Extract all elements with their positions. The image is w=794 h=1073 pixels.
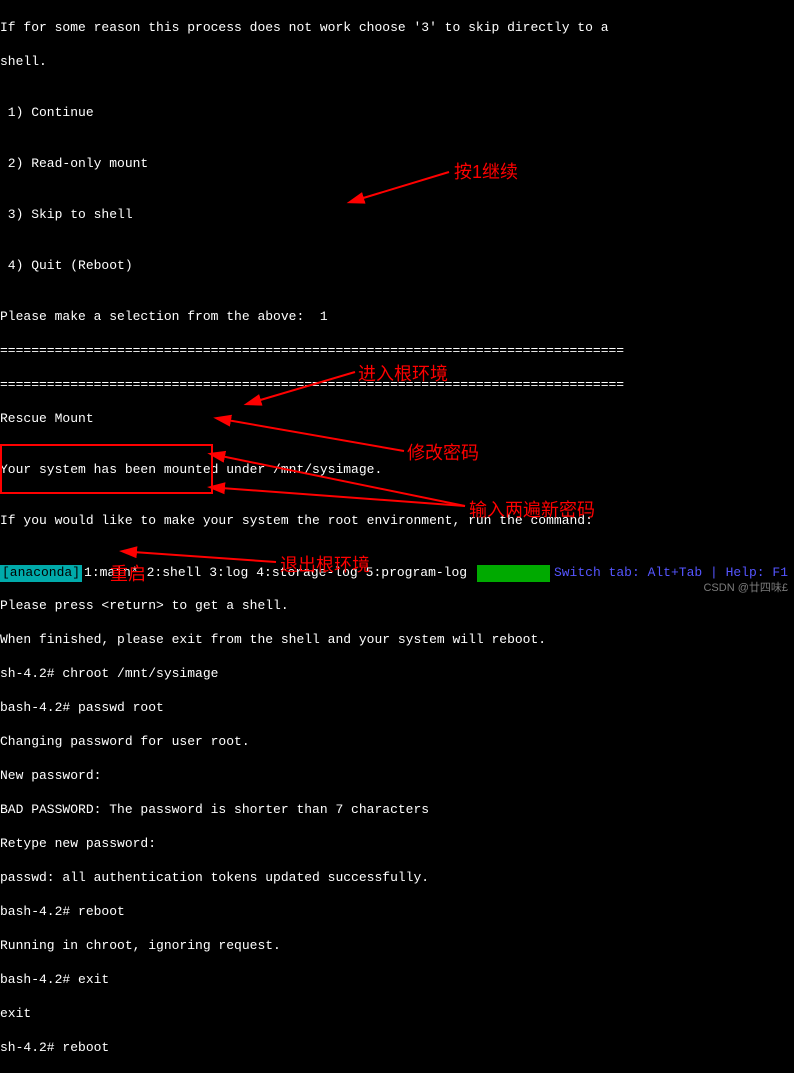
tab-storage-log[interactable]: 4:storage-log	[256, 565, 357, 582]
text-line: exit	[0, 1005, 794, 1022]
password-prompt[interactable]: Retype new password:	[0, 835, 794, 852]
password-prompt[interactable]: New password:	[0, 767, 794, 784]
text-line: If for some reason this process does not…	[0, 19, 794, 36]
warning-line: BAD PASSWORD: The password is shorter th…	[0, 801, 794, 818]
watermark: CSDN @廿四味£	[703, 579, 788, 595]
shell-command[interactable]: bash-4.2# passwd root	[0, 699, 794, 716]
tab-list: 1:main* 2:shell 3:log 4:storage-log 5:pr…	[82, 565, 477, 582]
tab-shell[interactable]: 2:shell	[147, 565, 202, 582]
menu-option-quit[interactable]: 4) Quit (Reboot)	[0, 257, 794, 274]
divider: ========================================…	[0, 342, 794, 359]
terminal-output: If for some reason this process does not…	[0, 0, 794, 1073]
menu-option-skip[interactable]: 3) Skip to shell	[0, 206, 794, 223]
text-line: If you would like to make your system th…	[0, 512, 794, 529]
menu-option-readonly[interactable]: 2) Read-only mount	[0, 155, 794, 172]
divider: ========================================…	[0, 376, 794, 393]
text-line: Changing password for user root.	[0, 733, 794, 750]
text-line: Please press <return> to get a shell.	[0, 597, 794, 614]
tab-program-log[interactable]: 5:program-log	[366, 565, 467, 582]
text-line: Running in chroot, ignoring request.	[0, 937, 794, 954]
text-line: shell.	[0, 53, 794, 70]
section-title: Rescue Mount	[0, 410, 794, 427]
tab-main[interactable]: 1:main*	[84, 565, 139, 582]
shell-command[interactable]: bash-4.2# reboot	[0, 903, 794, 920]
tab-log[interactable]: 3:log	[209, 565, 248, 582]
text-line: When finished, please exit from the shel…	[0, 631, 794, 648]
shell-command[interactable]: bash-4.2# exit	[0, 971, 794, 988]
text-line: passwd: all authentication tokens update…	[0, 869, 794, 886]
shell-command[interactable]: sh-4.2# chroot /mnt/sysimage	[0, 665, 794, 682]
menu-option-continue[interactable]: 1) Continue	[0, 104, 794, 121]
status-bar: [anaconda] 1:main* 2:shell 3:log 4:stora…	[0, 565, 792, 582]
selection-prompt[interactable]: Please make a selection from the above: …	[0, 308, 794, 325]
shell-command[interactable]: sh-4.2# reboot	[0, 1039, 794, 1056]
text-line: Your system has been mounted under /mnt/…	[0, 461, 794, 478]
app-name: [anaconda]	[0, 565, 82, 582]
